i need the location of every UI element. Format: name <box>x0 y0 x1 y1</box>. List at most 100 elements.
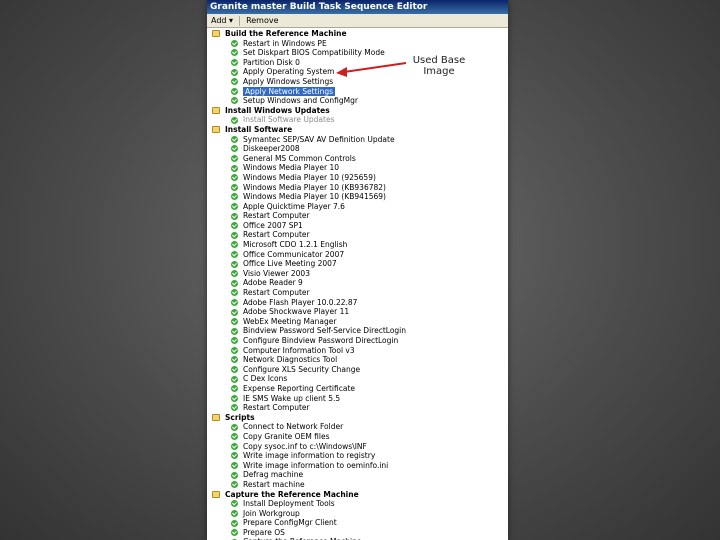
tree-item-label: Adobe Flash Player 10.0.22.87 <box>243 297 358 307</box>
tree-step[interactable]: Diskeeper2008 <box>207 144 508 154</box>
tree-step[interactable]: Restart Computer <box>207 288 508 298</box>
check-icon <box>231 279 238 287</box>
tree-group[interactable]: Scripts <box>207 413 508 423</box>
tree-item-label: Configure XLS Security Change <box>243 364 361 374</box>
tree-step[interactable]: Office Communicator 2007 <box>207 250 508 260</box>
tree-item-label: Network Diagnostics Tool <box>243 355 338 365</box>
tree-step[interactable]: Restart Computer <box>207 230 508 240</box>
tree-step[interactable]: Prepare OS <box>207 528 508 538</box>
tree-step[interactable]: Network Diagnostics Tool <box>207 355 508 365</box>
tree-step[interactable]: WebEx Meeting Manager <box>207 317 508 327</box>
tree-item-label: Windows Media Player 10 (KB941569) <box>243 192 386 202</box>
check-icon <box>231 423 238 431</box>
tree-group[interactable]: Capture the Reference Machine <box>207 490 508 500</box>
tree-step[interactable]: Apply Network Settings <box>207 86 508 97</box>
tree-step[interactable]: Office Live Meeting 2007 <box>207 259 508 269</box>
add-button-label: Add <box>211 16 227 25</box>
check-icon <box>231 68 238 76</box>
check-icon <box>231 49 238 57</box>
remove-button[interactable]: Remove <box>242 14 282 27</box>
tree-item-label: Apply Operating System <box>243 67 335 77</box>
tree-step[interactable]: Configure Bindview Password DirectLogin <box>207 336 508 346</box>
tree-step[interactable]: Office 2007 SP1 <box>207 221 508 231</box>
tree-item-label: Prepare OS <box>243 527 285 537</box>
check-icon <box>231 442 238 450</box>
tree-step[interactable]: Restart Computer <box>207 403 508 413</box>
check-icon <box>231 222 238 230</box>
tree-step[interactable]: Bindview Password Self-Service DirectLog… <box>207 326 508 336</box>
check-icon <box>231 241 238 249</box>
task-sequence-tree: Build the Reference Machine Restart in Wi… <box>207 29 508 540</box>
tree-item-label: Write image information to registry <box>243 451 376 461</box>
tree-step[interactable]: Configure XLS Security Change <box>207 365 508 375</box>
tree-step[interactable]: Adobe Reader 9 <box>207 278 508 288</box>
tree-step[interactable]: Windows Media Player 10 (925659) <box>207 173 508 183</box>
check-icon <box>231 308 238 316</box>
tree-step[interactable]: Windows Media Player 10 (KB941569) <box>207 192 508 202</box>
tree-item-label: Office Communicator 2007 <box>243 249 345 259</box>
check-icon <box>231 193 238 201</box>
check-icon <box>231 97 238 105</box>
tree-item-label: Symantec SEP/SAV AV Definition Update <box>243 134 395 144</box>
tree-step[interactable]: General MS Common Controls <box>207 154 508 164</box>
tree-step[interactable]: C Dex Icons <box>207 374 508 384</box>
tree-item-label: Restart Computer <box>243 403 310 413</box>
tree-item-label: Scripts <box>225 412 255 422</box>
tree-step[interactable]: IE SMS Wake up client 5.5 <box>207 394 508 404</box>
tree-step[interactable]: Microsoft CDO 1.2.1 English <box>207 240 508 250</box>
tree-step[interactable]: Write image information to registry <box>207 451 508 461</box>
dropdown-arrow-icon: ▾ <box>229 16 234 25</box>
tree-group[interactable]: Install Windows Updates <box>207 106 508 116</box>
check-icon <box>231 500 238 508</box>
tree-step[interactable]: Visio Viewer 2003 <box>207 269 508 279</box>
check-icon <box>231 519 238 527</box>
tree-step[interactable]: Computer Information Tool v3 <box>207 346 508 356</box>
check-icon <box>231 39 238 47</box>
tree-step[interactable]: Install Software Updates <box>207 115 508 125</box>
tree-step[interactable]: Copy sysoc.inf to c:\Windows\INF <box>207 442 508 452</box>
tree-step[interactable]: Adobe Shockwave Player 11 <box>207 307 508 317</box>
tree-group[interactable]: Install Software <box>207 125 508 135</box>
tree-step[interactable]: Install Deployment Tools <box>207 499 508 509</box>
tree-group[interactable]: Build the Reference Machine <box>207 29 508 39</box>
check-icon <box>231 375 238 383</box>
window-title: Granite master Build Task Sequence Edito… <box>207 0 508 14</box>
check-icon <box>231 481 238 489</box>
tree-item-label: Setup Windows and ConfigMgr <box>243 96 358 106</box>
check-icon <box>231 356 238 364</box>
tree-item-label: General MS Common Controls <box>243 153 356 163</box>
tree-step[interactable]: Restart in Windows PE <box>207 39 508 49</box>
tree-step[interactable]: Join Workgroup <box>207 509 508 519</box>
tree-step[interactable]: Setup Windows and ConfigMgr <box>207 96 508 106</box>
tree-step[interactable]: Windows Media Player 10 <box>207 163 508 173</box>
tree-step[interactable]: Symantec SEP/SAV AV Definition Update <box>207 135 508 145</box>
tree-item-label: Windows Media Player 10 (925659) <box>243 172 376 182</box>
tree-step[interactable]: Restart machine <box>207 480 508 490</box>
check-icon <box>231 433 238 441</box>
tree-item-label: Partition Disk 0 <box>243 57 300 67</box>
check-icon <box>231 87 238 95</box>
folder-icon <box>212 490 220 498</box>
tree-item-label: Restart Computer <box>243 230 310 240</box>
tree-item-label: WebEx Meeting Manager <box>243 316 337 326</box>
tree-step[interactable]: Restart Computer <box>207 211 508 221</box>
callout-line-2: Image <box>423 66 455 77</box>
check-icon <box>231 394 238 402</box>
tree-step[interactable]: Copy Granite OEM files <box>207 432 508 442</box>
check-icon <box>231 164 238 172</box>
tree-step[interactable]: Windows Media Player 10 (KB936782) <box>207 183 508 193</box>
tree-item-label: Apple Quicktime Player 7.6 <box>243 201 345 211</box>
check-icon <box>231 231 238 239</box>
check-icon <box>231 270 238 278</box>
tree-item-label: Computer Information Tool v3 <box>243 345 355 355</box>
tree-step[interactable]: Adobe Flash Player 10.0.22.87 <box>207 298 508 308</box>
tree-step[interactable]: Defrag machine <box>207 470 508 480</box>
tree-step[interactable]: Write image information to oeminfo.ini <box>207 461 508 471</box>
tree-step[interactable]: Prepare ConfigMgr Client <box>207 518 508 528</box>
tree-item-label: Office Live Meeting 2007 <box>243 259 337 269</box>
tree-step[interactable]: Expense Reporting Certificate <box>207 384 508 394</box>
add-menu-button[interactable]: Add ▾ <box>207 14 237 27</box>
tree-step[interactable]: Connect to Network Folder <box>207 422 508 432</box>
tree-item-label: Office 2007 SP1 <box>243 220 303 230</box>
tree-step[interactable]: Apple Quicktime Player 7.6 <box>207 202 508 212</box>
